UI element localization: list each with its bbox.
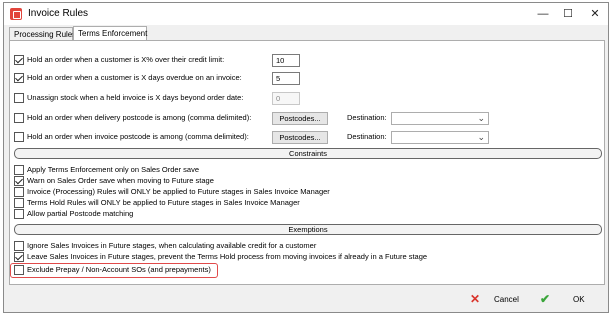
cancel-button[interactable]: Cancel bbox=[494, 295, 519, 305]
minimize-icon[interactable]: — bbox=[534, 6, 552, 22]
invoice-postcode-option: Hold an order when invoice postcode is a… bbox=[14, 131, 314, 143]
delivery-postcode-label: Hold an order when delivery postcode is … bbox=[27, 113, 252, 122]
constraint-label: Warn on Sales Order save when moving to … bbox=[27, 176, 214, 185]
chevron-down-icon: ⌄ bbox=[477, 113, 485, 123]
terms-enforcement-panel: Hold an order when a customer is X% over… bbox=[9, 40, 605, 285]
tab-processing-rules[interactable]: Processing Rules bbox=[9, 27, 76, 40]
highlight-box bbox=[10, 263, 218, 278]
exemption-label: Ignore Sales Invoices in Future stages, … bbox=[27, 241, 317, 250]
credit-limit-input[interactable]: 10 bbox=[272, 54, 300, 67]
days-overdue-checkbox[interactable] bbox=[14, 73, 24, 83]
constraint-label: Allow partial Postcode matching bbox=[27, 209, 134, 218]
cancel-icon[interactable]: ✕ bbox=[470, 292, 480, 306]
invoice-destination-select[interactable]: ⌄ bbox=[391, 131, 489, 144]
ok-icon[interactable]: ✔ bbox=[540, 292, 550, 306]
exemption-label: Leave Sales Invoices in Future stages, p… bbox=[27, 252, 428, 261]
exemption-option: Leave Sales Invoices in Future stages, p… bbox=[14, 251, 574, 263]
constraint-checkbox[interactable] bbox=[14, 176, 24, 186]
unassign-stock-option: Unassign stock when a held invoice is X … bbox=[14, 92, 314, 104]
close-icon[interactable]: ✕ bbox=[586, 6, 604, 22]
delivery-postcode-option: Hold an order when delivery postcode is … bbox=[14, 112, 314, 124]
unassign-stock-checkbox[interactable] bbox=[14, 93, 24, 103]
days-overdue-option: Hold an order when a customer is X days … bbox=[14, 72, 314, 84]
window-title: Invoice Rules bbox=[28, 8, 89, 19]
credit-limit-label: Hold an order when a customer is X% over… bbox=[27, 55, 225, 64]
delivery-destination-label: Destination: bbox=[347, 113, 387, 122]
delivery-postcode-checkbox[interactable] bbox=[14, 113, 24, 123]
constraint-checkbox[interactable] bbox=[14, 198, 24, 208]
invoice-rules-window: Invoice Rules — ☐ ✕ Processing Rules Ter… bbox=[3, 2, 609, 313]
constraint-label: Terms Hold Rules will ONLY be applied to… bbox=[27, 198, 300, 207]
constraint-label: Invoice (Processing) Rules will ONLY be … bbox=[27, 187, 330, 196]
delivery-postcodes-button[interactable]: Postcodes... bbox=[272, 112, 328, 125]
days-overdue-input[interactable]: 5 bbox=[272, 72, 300, 85]
ok-button[interactable]: OK bbox=[573, 295, 585, 305]
dialog-footer: ✕ Cancel ✔ OK bbox=[4, 285, 608, 312]
invoice-postcodes-button[interactable]: Postcodes... bbox=[272, 131, 328, 144]
tab-terms-enforcement[interactable]: Terms Enforcement bbox=[73, 26, 147, 41]
invoice-destination-label: Destination: bbox=[347, 132, 387, 141]
constraint-label: Apply Terms Enforcement only on Sales Or… bbox=[27, 165, 200, 174]
exemption-checkbox[interactable] bbox=[14, 252, 24, 262]
credit-limit-option: Hold an order when a customer is X% over… bbox=[14, 54, 314, 66]
constraint-checkbox[interactable] bbox=[14, 187, 24, 197]
exemption-checkbox[interactable] bbox=[14, 241, 24, 251]
invoice-postcode-checkbox[interactable] bbox=[14, 132, 24, 142]
unassign-stock-label: Unassign stock when a held invoice is X … bbox=[27, 93, 244, 102]
invoice-postcode-label: Hold an order when invoice postcode is a… bbox=[27, 132, 249, 141]
constraint-checkbox[interactable] bbox=[14, 209, 24, 219]
chevron-down-icon: ⌄ bbox=[477, 132, 485, 142]
title-bar: Invoice Rules — ☐ ✕ bbox=[4, 3, 608, 25]
delivery-destination-select[interactable]: ⌄ bbox=[391, 112, 489, 125]
exemptions-header: Exemptions bbox=[14, 224, 602, 235]
app-icon bbox=[10, 8, 22, 20]
credit-limit-checkbox[interactable] bbox=[14, 55, 24, 65]
constraint-checkbox[interactable] bbox=[14, 165, 24, 175]
maximize-icon[interactable]: ☐ bbox=[559, 6, 577, 22]
constraint-option: Allow partial Postcode matching bbox=[14, 208, 514, 220]
constraints-header: Constraints bbox=[14, 148, 602, 159]
days-overdue-label: Hold an order when a customer is X days … bbox=[27, 73, 242, 82]
unassign-stock-input[interactable]: 0 bbox=[272, 92, 300, 105]
